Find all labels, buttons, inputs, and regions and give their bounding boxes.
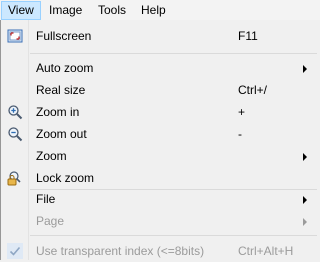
checkmark-icon bbox=[7, 243, 23, 259]
menu-separator bbox=[30, 53, 317, 54]
menu-image-label: Image bbox=[49, 3, 83, 17]
menu-item-zoom-out[interactable]: Zoom out - bbox=[2, 123, 320, 145]
menu-item-shortcut: F11 bbox=[238, 29, 258, 43]
menu-help-label: Help bbox=[141, 3, 166, 17]
menu-tools[interactable]: Tools bbox=[91, 1, 133, 20]
menu-item-label: Auto zoom bbox=[36, 61, 94, 75]
zoom-out-icon bbox=[8, 127, 23, 142]
menu-bar: View Image Tools Help bbox=[0, 0, 320, 20]
menu-item-shortcut: Ctrl+Alt+H bbox=[238, 244, 294, 258]
menu-item-lock-zoom[interactable]: Lock zoom bbox=[2, 167, 320, 189]
menu-item-auto-zoom[interactable]: Auto zoom bbox=[2, 57, 320, 79]
fullscreen-icon bbox=[7, 29, 23, 43]
view-dropdown-menu: Fullscreen F11 Auto zoom Real size Ctrl+… bbox=[0, 20, 320, 260]
menu-item-label: Fullscreen bbox=[36, 29, 92, 43]
menu-item-shortcut: Ctrl+/ bbox=[238, 83, 268, 97]
zoom-in-icon bbox=[8, 105, 23, 120]
menu-item-label: Zoom in bbox=[36, 105, 80, 119]
menu-item-zoom[interactable]: Zoom bbox=[2, 145, 320, 167]
submenu-arrow-icon bbox=[303, 218, 307, 226]
lock-zoom-icon bbox=[7, 171, 21, 186]
menu-item-label: Lock zoom bbox=[36, 171, 95, 185]
menu-view-label: View bbox=[8, 3, 34, 17]
submenu-arrow-icon bbox=[303, 196, 307, 204]
menu-image[interactable]: Image bbox=[42, 1, 89, 20]
menu-item-shortcut: + bbox=[238, 105, 246, 119]
submenu-arrow-icon bbox=[303, 65, 307, 73]
menu-item-zoom-in[interactable]: Zoom in + bbox=[2, 101, 320, 123]
menu-help[interactable]: Help bbox=[134, 1, 173, 20]
menu-item-real-size[interactable]: Real size Ctrl+/ bbox=[2, 79, 320, 101]
menu-view[interactable]: View bbox=[1, 1, 41, 20]
menu-separator bbox=[30, 235, 317, 236]
menu-item-label: Real size bbox=[36, 83, 86, 97]
menu-item-label: Use transparent index (<=8bits) bbox=[36, 244, 205, 258]
menu-tools-label: Tools bbox=[98, 3, 127, 17]
menu-item-label: File bbox=[36, 192, 56, 206]
menu-item-label: Page bbox=[36, 214, 65, 228]
menu-item-file[interactable]: File bbox=[2, 188, 320, 210]
menu-item-shortcut: - bbox=[238, 127, 242, 141]
submenu-arrow-icon bbox=[303, 153, 307, 161]
menu-item-page[interactable]: Page bbox=[2, 210, 320, 232]
menu-item-transparent-index[interactable]: Use transparent index (<=8bits) Ctrl+Alt… bbox=[2, 240, 320, 262]
menu-item-label: Zoom out bbox=[36, 127, 87, 141]
menu-item-fullscreen[interactable]: Fullscreen F11 bbox=[2, 25, 320, 47]
menu-item-label: Zoom bbox=[36, 149, 67, 163]
